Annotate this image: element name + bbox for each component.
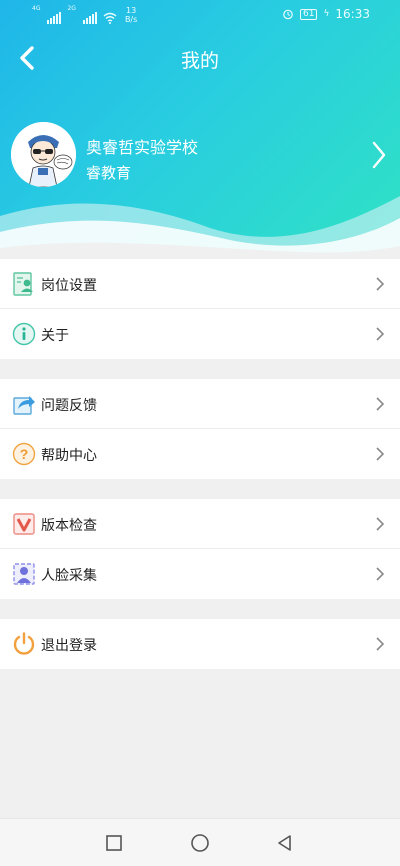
system-navigation-bar bbox=[0, 818, 400, 866]
network-speed: 13 B/s bbox=[125, 6, 137, 24]
settings-group-3: 版本检查 人脸采集 bbox=[0, 499, 400, 599]
avatar[interactable] bbox=[11, 122, 76, 187]
face-capture-icon bbox=[13, 563, 35, 585]
version-check-icon bbox=[13, 513, 35, 535]
organization-name: 奥睿哲实验学校 bbox=[86, 138, 199, 157]
home-circle-icon[interactable] bbox=[190, 833, 210, 853]
page-title: 我的 bbox=[180, 50, 219, 72]
settings-group-1: 岗位设置 关于 bbox=[0, 259, 400, 359]
menu-item-logout[interactable]: 退出登录 bbox=[0, 619, 400, 669]
profile-chevron-right-icon[interactable] bbox=[370, 140, 388, 170]
menu-item-job-settings[interactable]: 岗位设置 bbox=[0, 259, 400, 309]
chevron-right-icon bbox=[376, 327, 385, 341]
power-icon bbox=[13, 632, 35, 655]
wifi-icon bbox=[103, 12, 117, 24]
alarm-icon bbox=[283, 9, 293, 20]
back-triangle-icon[interactable] bbox=[275, 833, 295, 853]
menu-item-about[interactable]: 关于 bbox=[0, 309, 400, 359]
recent-apps-square-icon[interactable] bbox=[104, 833, 124, 853]
network-type-1: 4G bbox=[32, 5, 41, 12]
header-wave-decoration bbox=[0, 196, 400, 258]
menu-item-help[interactable]: ? 帮助中心 bbox=[0, 429, 400, 479]
chevron-right-icon bbox=[376, 397, 385, 411]
signal-icon-2 bbox=[82, 12, 97, 24]
menu-label-logout: 退出登录 bbox=[41, 638, 97, 654]
menu-label-about: 关于 bbox=[41, 328, 69, 344]
job-settings-icon bbox=[13, 272, 33, 296]
chevron-right-icon bbox=[376, 637, 385, 651]
info-icon bbox=[12, 322, 36, 346]
menu-label-help: 帮助中心 bbox=[41, 448, 97, 464]
menu-item-feedback[interactable]: 问题反馈 bbox=[0, 379, 400, 429]
menu-label-job-settings: 岗位设置 bbox=[41, 278, 97, 294]
status-bar: 4G 2G 13 B/s 61 ϟ 16:33 bbox=[0, 0, 400, 30]
menu-label-version-check: 版本检查 bbox=[41, 518, 97, 534]
help-icon: ? bbox=[12, 442, 36, 466]
settings-group-2: 问题反馈 ? 帮助中心 bbox=[0, 379, 400, 479]
feedback-share-icon bbox=[13, 396, 35, 415]
chevron-right-icon bbox=[376, 517, 385, 531]
cartoon-avatar-icon bbox=[11, 122, 76, 187]
svg-text:?: ? bbox=[20, 446, 29, 462]
status-right: 61 ϟ 16:33 bbox=[282, 7, 370, 21]
status-time: 16:33 bbox=[335, 7, 370, 21]
chevron-right-icon bbox=[376, 277, 385, 291]
signal-icon bbox=[47, 12, 62, 24]
menu-label-feedback: 问题反馈 bbox=[41, 398, 97, 414]
network-speed-value: 13 bbox=[126, 6, 137, 15]
chevron-right-icon bbox=[376, 567, 385, 581]
chevron-right-icon bbox=[376, 447, 385, 461]
menu-item-face-capture[interactable]: 人脸采集 bbox=[0, 549, 400, 599]
status-left: 4G 2G 13 B/s bbox=[32, 6, 137, 24]
battery-indicator: 61 bbox=[300, 8, 318, 20]
menu-label-face-capture: 人脸采集 bbox=[41, 568, 97, 584]
network-type-2: 2G bbox=[67, 5, 76, 12]
menu-item-version-check[interactable]: 版本检查 bbox=[0, 499, 400, 549]
settings-group-4: 退出登录 bbox=[0, 619, 400, 669]
charging-icon: ϟ bbox=[323, 9, 330, 19]
network-speed-unit: B/s bbox=[124, 15, 138, 24]
organization-subtitle: 睿教育 bbox=[86, 164, 132, 182]
